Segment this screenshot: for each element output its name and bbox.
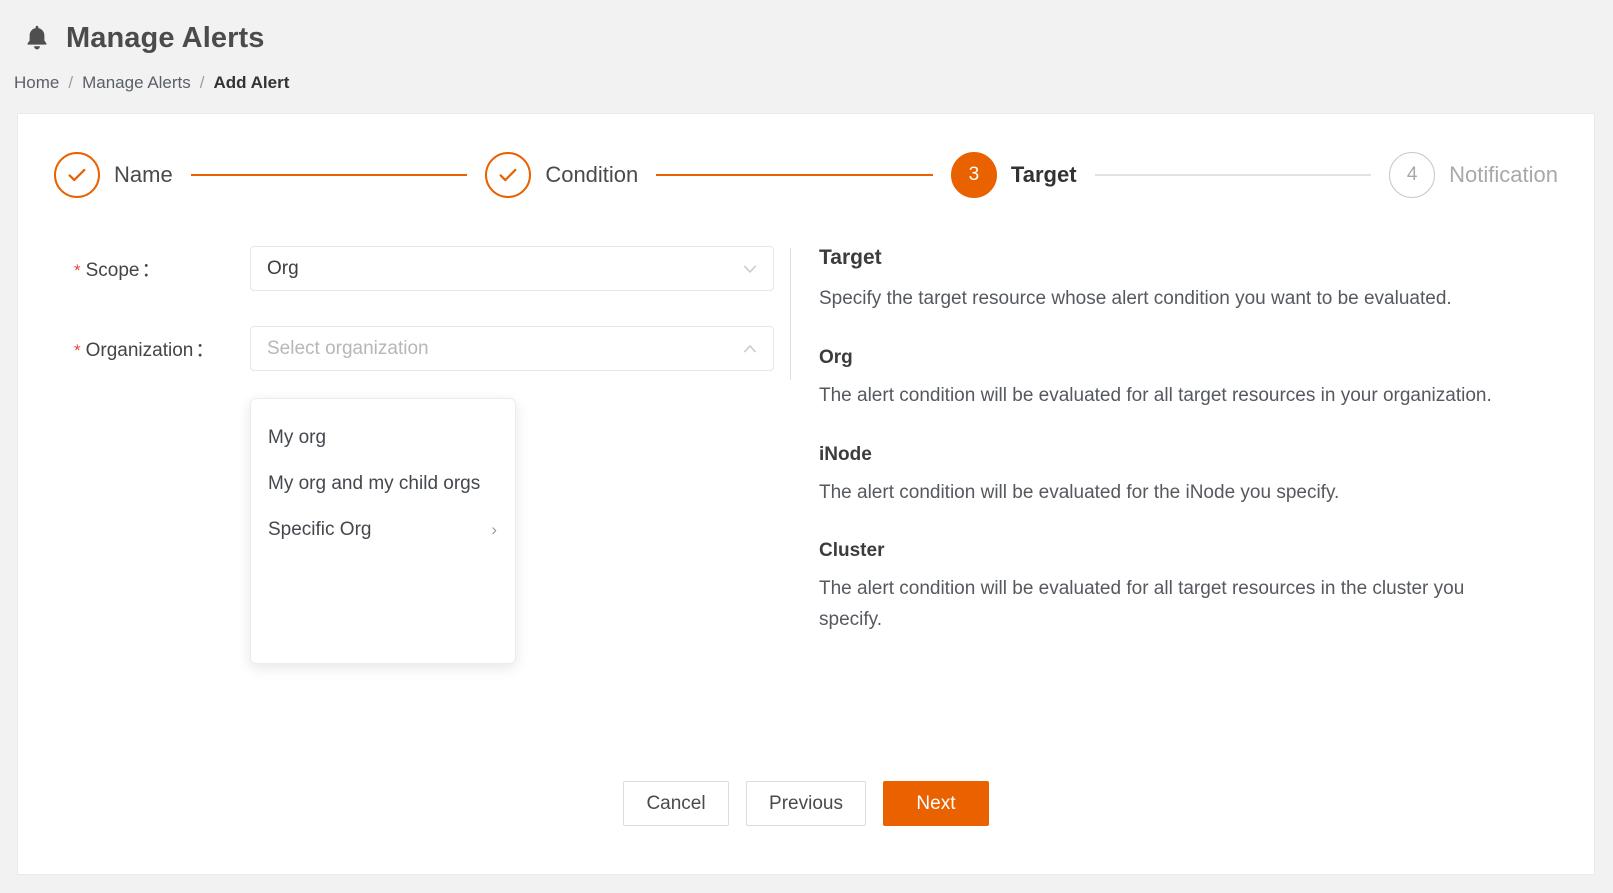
help-text-cluster: The alert condition will be evaluated fo…	[819, 578, 1465, 631]
step-target-label: Target	[1010, 162, 1077, 187]
step-connector-2	[656, 174, 933, 176]
scope-row: * Scope： Org	[54, 246, 790, 291]
organization-label: * Organization：	[54, 335, 250, 362]
help-heading-inode: iNode	[819, 443, 872, 465]
dropdown-option-label: My org	[268, 427, 327, 448]
wizard-card: Name Condition 3 Target 4 Notification *…	[17, 113, 1595, 875]
scope-label: * Scope：	[54, 255, 250, 282]
step-condition-indicator	[485, 152, 532, 198]
dropdown-option-my-org-and-child-orgs[interactable]: My org and my child orgs	[251, 461, 515, 507]
breadcrumb: Home / Manage Alerts / Add Alert	[0, 62, 1613, 104]
step-name[interactable]: Name	[54, 152, 173, 198]
step-condition-label: Condition	[545, 162, 639, 187]
step-condition[interactable]: Condition	[485, 152, 638, 198]
breadcrumb-separator: /	[199, 73, 205, 92]
previous-button[interactable]: Previous	[746, 781, 866, 826]
check-icon	[497, 164, 519, 186]
page-header: Manage Alerts	[0, 0, 1613, 62]
bell-icon	[22, 23, 52, 53]
organization-row: * Organization： Select organization	[54, 326, 790, 371]
help-intro-text: Specify the target resource whose alert …	[819, 288, 1452, 309]
step-notification-indicator: 4	[1389, 152, 1436, 198]
required-marker: *	[74, 341, 81, 360]
label-colon: ：	[141, 260, 161, 281]
cancel-button[interactable]: Cancel	[623, 781, 730, 826]
required-marker: *	[74, 261, 81, 280]
step-name-indicator	[54, 152, 100, 198]
help-text-inode: The alert condition will be evaluated fo…	[819, 481, 1340, 503]
breadcrumb-item-manage-alerts[interactable]: Manage Alerts	[82, 73, 191, 93]
step-notification[interactable]: 4 Notification	[1389, 152, 1558, 198]
step-connector-3	[1094, 174, 1372, 176]
scope-label-text: Scope	[85, 260, 140, 281]
chevron-right-icon: ›	[491, 520, 497, 539]
breadcrumb-item-home[interactable]: Home	[14, 73, 59, 93]
check-icon	[66, 164, 88, 186]
step-connector-1	[190, 174, 468, 176]
step-name-label: Name	[114, 162, 173, 187]
step-notification-label: Notification	[1449, 162, 1559, 187]
help-heading-org: Org	[819, 346, 853, 368]
help-pane: Target Specify the target resource whose…	[791, 246, 1558, 636]
next-button[interactable]: Next	[882, 781, 989, 826]
help-title: Target	[819, 246, 882, 269]
wizard-stepper: Name Condition 3 Target 4 Notification	[18, 114, 1594, 198]
organization-dropdown-menu[interactable]: My org My org and my child orgs Specific…	[250, 398, 516, 664]
scope-select-value: Org	[267, 257, 299, 279]
scope-select[interactable]: Org	[250, 246, 774, 291]
help-heading-cluster: Cluster	[819, 540, 885, 562]
label-colon: ：	[195, 340, 215, 361]
wizard-body: *Scope： Org *Organization： Select orga	[18, 198, 1594, 664]
dropdown-option-label: My org and my child orgs	[268, 473, 481, 494]
step-target[interactable]: 3 Target	[950, 152, 1077, 198]
step-target-indicator: 3	[950, 152, 997, 198]
chevron-down-icon	[741, 260, 759, 278]
breadcrumb-item-add-alert: Add Alert	[213, 73, 290, 92]
organization-select[interactable]: Select organization	[250, 326, 774, 371]
dropdown-option-specific-org[interactable]: Specific Org ›	[251, 507, 515, 553]
help-text-org: The alert condition will be evaluated fo…	[819, 384, 1492, 406]
dropdown-option-my-org[interactable]: My org	[251, 415, 515, 461]
dropdown-option-label: Specific Org	[268, 519, 372, 540]
organization-select-value: Select organization	[267, 337, 429, 359]
organization-label-text: Organization	[85, 340, 194, 361]
form-pane: *Scope： Org *Organization： Select orga	[54, 246, 790, 664]
breadcrumb-separator: /	[68, 73, 74, 92]
chevron-up-icon	[741, 340, 759, 358]
wizard-footer: Cancel Previous Next	[18, 781, 1594, 826]
page-title: Manage Alerts	[66, 21, 265, 54]
